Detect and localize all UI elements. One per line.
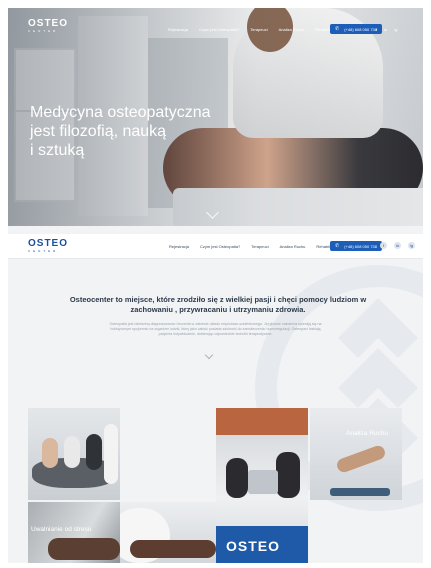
intro-body: Osteopatia jest dziedziną diagnozowania … <box>109 322 322 336</box>
hero-title: Medycyna osteopatyczna jest filozofią, n… <box>30 103 230 160</box>
linkedin-icon[interactable]: in <box>394 242 401 249</box>
patient-shape <box>48 538 120 560</box>
staff-shape <box>226 458 248 498</box>
laptop-shape <box>248 470 278 494</box>
logo-tagline: CENTER <box>28 29 59 33</box>
facebook-icon[interactable]: f <box>380 242 387 249</box>
menu-item-osteopatia[interactable]: Czym jest Osteopatia? <box>199 27 239 32</box>
instagram-icon[interactable]: ig <box>394 27 397 32</box>
gallery-photo-reception[interactable] <box>28 408 120 500</box>
staff-shape <box>276 452 300 498</box>
gallery-photo-movement-analysis[interactable]: Analiza Ruchu <box>310 408 402 500</box>
logo-text: OSTEO <box>28 238 69 249</box>
gallery-photo-reception-desk[interactable]: OSTEO <box>216 498 308 563</box>
instagram-icon[interactable]: ig <box>408 242 415 249</box>
menu-item-rejestracja[interactable]: Rejestracja <box>169 244 189 249</box>
person-shape <box>42 438 58 468</box>
phone-number: (+48) 608 050 738 <box>344 243 378 249</box>
menu-item-terapeuci[interactable]: Terapeuci <box>251 244 268 249</box>
hero-title-line: i sztuką <box>30 142 85 159</box>
phone-icon: ✆ <box>335 243 340 249</box>
person-shape <box>104 424 118 484</box>
gallery-photo-treatment[interactable] <box>120 502 216 563</box>
menu-item-rejestracja[interactable]: Rejestracja <box>168 27 188 32</box>
gallery-photo-staff[interactable] <box>216 408 308 498</box>
sticky-navbar: OSTEO CENTER Rejestracja Czym jest Osteo… <box>8 234 423 259</box>
person-shape <box>86 434 102 470</box>
social-links: f in ig <box>380 242 415 249</box>
linkedin-icon[interactable]: in <box>384 27 387 32</box>
mat-shape <box>330 488 390 496</box>
patient-shape <box>130 540 216 558</box>
phone-button[interactable]: ✆ (+48) 608 050 738 <box>330 24 383 34</box>
hero-title-line: Medycyna osteopatyczna <box>30 104 211 121</box>
menu-item-analiza-ruchu[interactable]: Analiza Ruchu <box>280 244 306 249</box>
phone-button[interactable]: ✆ (+48) 608 050 738 <box>330 241 383 251</box>
intro-heading: Osteocenter to miejsce, które zrodziło s… <box>69 295 367 314</box>
hero-title-line: jest filozofią, nauką <box>30 123 167 140</box>
phone-icon: ✆ <box>335 26 340 32</box>
page-canvas: Medycyna osteopatyczna jest filozofią, n… <box>8 8 423 563</box>
gallery-photo-stress-relief[interactable]: Uwalnianie od stresu <box>28 502 120 563</box>
social-links: f in ig <box>376 27 397 32</box>
hero-section: Medycyna osteopatyczna jest filozofią, n… <box>8 8 423 226</box>
menu-item-terapeuci[interactable]: Terapeuci <box>250 27 267 32</box>
leg-shape <box>335 443 387 475</box>
main-menu: Rejestracja Czym jest Osteopatia? Terape… <box>169 244 350 249</box>
logo-text: OSTEO <box>28 18 69 29</box>
facebook-icon[interactable]: f <box>376 27 377 32</box>
main-menu: Rejestracja Czym jest Osteopatia? Terape… <box>168 27 349 32</box>
tile-label-movement: Analiza Ruchu <box>346 430 388 437</box>
menu-item-osteopatia[interactable]: Czym jest Osteopatia? <box>200 244 240 249</box>
menu-item-analiza-ruchu[interactable]: Analiza Ruchu <box>279 27 305 32</box>
top-navbar: OSTEO CENTER Rejestracja Czym jest Osteo… <box>8 18 423 36</box>
reception-sign: OSTEO <box>226 538 281 554</box>
person-shape <box>64 436 80 468</box>
phone-number: (+48) 608 050 738 <box>344 26 378 32</box>
logo-tagline: CENTER <box>28 249 59 253</box>
chevron-down-icon[interactable] <box>204 350 214 360</box>
site-logo[interactable]: OSTEO CENTER <box>28 18 68 33</box>
tile-label-stress: Uwalnianie od stresu <box>31 526 92 533</box>
site-logo[interactable]: OSTEO CENTER <box>28 238 68 253</box>
